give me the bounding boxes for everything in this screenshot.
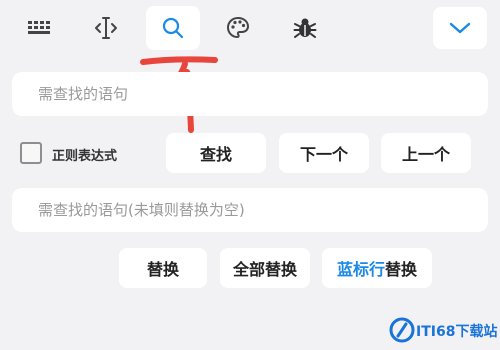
regex-checkbox[interactable] xyxy=(20,142,42,164)
palette-tab[interactable] xyxy=(220,10,256,46)
next-button[interactable]: 下一个 xyxy=(279,133,369,173)
find-button[interactable]: 查找 xyxy=(166,133,266,173)
replace-button[interactable]: 替换 xyxy=(119,248,207,288)
palette-icon xyxy=(226,16,250,39)
svg-text:ITI68下载站: ITI68下载站 xyxy=(416,323,497,340)
bug-icon xyxy=(293,18,317,38)
replace-all-button[interactable]: 全部替换 xyxy=(220,248,310,288)
search-field[interactable] xyxy=(12,72,488,116)
replace-line-button[interactable]: 蓝标行 替换 xyxy=(322,248,432,288)
replace-all-button-label: 全部替换 xyxy=(232,260,297,279)
regex-label: 正则表达式 xyxy=(52,149,118,164)
bug-tab[interactable] xyxy=(287,10,323,46)
replace-button-label: 替换 xyxy=(146,260,179,279)
watermark-logo: ITI68下载站 xyxy=(389,317,497,343)
find-button-label: 查找 xyxy=(199,145,232,164)
keyboard-tab[interactable] xyxy=(22,10,58,46)
search-icon xyxy=(162,17,184,39)
replace-line-label: 替换 xyxy=(385,260,418,279)
search-input[interactable] xyxy=(36,84,488,104)
text-cursor-tab[interactable] xyxy=(88,10,124,46)
text-cursor-icon xyxy=(95,17,117,39)
chevron-down-icon xyxy=(449,22,471,34)
replace-field[interactable] xyxy=(12,188,488,232)
next-button-label: 下一个 xyxy=(299,145,348,164)
keyboard-icon xyxy=(28,21,50,34)
replace-line-highlight: 蓝标行 xyxy=(336,260,385,279)
prev-button-label: 上一个 xyxy=(401,145,450,164)
collapse-button[interactable] xyxy=(433,7,487,49)
prev-button[interactable]: 上一个 xyxy=(381,133,471,173)
replace-input[interactable] xyxy=(36,200,488,220)
tab-search[interactable] xyxy=(146,6,200,50)
